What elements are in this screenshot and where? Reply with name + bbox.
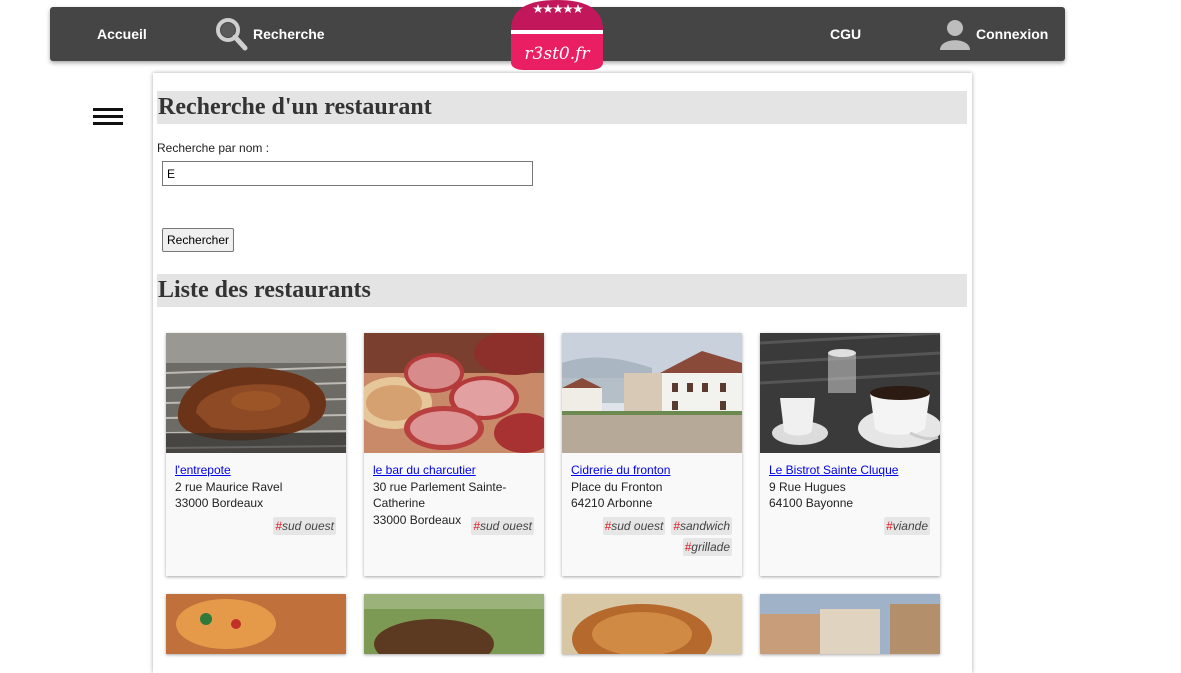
restaurant-info: Cidrerie du fronton Place du Fronton 642… xyxy=(571,462,736,512)
restaurant-card: l'entrepote 2 rue Maurice Ravel 33000 Bo… xyxy=(166,333,346,576)
nav-search-link[interactable]: Recherche xyxy=(213,7,325,61)
nav-cgu-link[interactable]: CGU xyxy=(830,7,861,61)
restaurant-name-link[interactable]: Le Bistrot Sainte Cluque xyxy=(769,462,934,479)
main-panel: Recherche d'un restaurant Recherche par … xyxy=(153,73,972,673)
tag-badge[interactable]: #sud ouest xyxy=(273,517,336,535)
site-logo[interactable]: r3st0.fr xyxy=(509,0,605,70)
magnifier-icon xyxy=(216,18,248,51)
user-icon xyxy=(940,20,970,50)
tag-badge[interactable]: #viande xyxy=(883,517,930,535)
restaurant-info: l'entrepote 2 rue Maurice Ravel 33000 Bo… xyxy=(175,462,340,512)
restaurant-card-partial[interactable] xyxy=(364,594,544,654)
restaurant-card: Cidrerie du fronton Place du Fronton 642… xyxy=(562,333,742,576)
restaurant-street: Place du Fronton xyxy=(571,479,663,494)
nav-home-label: Accueil xyxy=(97,26,147,42)
restaurant-city: 64210 Arbonne xyxy=(571,496,653,510)
charcuterie-photo[interactable] xyxy=(364,333,544,453)
tag-badge[interactable]: #sud ouest xyxy=(602,517,666,535)
coffee-cups-photo[interactable] xyxy=(760,333,940,453)
tag-list: #sud ouest xyxy=(171,517,336,535)
tag-badge[interactable]: #sud ouest xyxy=(471,517,534,535)
hamburger-bar xyxy=(93,122,123,125)
restaurant-card: Le Bistrot Sainte Cluque 9 Rue Hugues 64… xyxy=(760,333,940,576)
restaurant-city: 64100 Bayonne xyxy=(769,496,854,510)
search-submit-button[interactable]: Rechercher xyxy=(162,228,235,252)
restaurant-street: 30 rue Parlement Sainte-Catherine xyxy=(373,479,507,511)
tag-list: #sud ouest #sandwich #grillade xyxy=(567,517,732,556)
search-section-title: Recherche d'un restaurant xyxy=(157,91,967,124)
nav-login-label: Connexion xyxy=(976,26,1049,42)
search-name-input[interactable] xyxy=(162,161,533,186)
tag-badge[interactable]: #sandwich xyxy=(671,517,732,535)
nav-cgu-label: CGU xyxy=(830,26,862,42)
logo-text: r3st0.fr xyxy=(524,44,590,64)
hamburger-menu-icon[interactable] xyxy=(93,108,123,126)
search-by-name-label: Recherche par nom : xyxy=(157,141,270,155)
hamburger-bar xyxy=(93,115,123,118)
tag-badge[interactable]: #grillade xyxy=(682,538,732,556)
restaurant-name-link[interactable]: le bar du charcutier xyxy=(373,462,538,479)
restaurant-card-partial[interactable] xyxy=(760,594,940,654)
nav-home-link[interactable]: Accueil xyxy=(97,7,147,61)
restaurant-card: le bar du charcutier 30 rue Parlement Sa… xyxy=(364,333,544,576)
restaurant-name-link[interactable]: l'entrepote xyxy=(175,462,340,479)
nav-login-link[interactable]: Connexion xyxy=(938,7,1048,61)
tag-list: #sud ouest xyxy=(369,517,534,535)
restaurant-street: 9 Rue Hugues xyxy=(769,479,846,494)
fronton-photo[interactable] xyxy=(562,333,742,453)
restaurant-info: Le Bistrot Sainte Cluque 9 Rue Hugues 64… xyxy=(769,462,934,512)
restaurant-card-partial[interactable] xyxy=(562,594,742,654)
restaurant-list-title: Liste des restaurants xyxy=(157,274,967,307)
tag-list: #viande xyxy=(765,517,930,535)
grilled-meat-photo[interactable] xyxy=(166,333,346,453)
nav-search-label: Recherche xyxy=(253,26,325,42)
restaurant-card-partial[interactable] xyxy=(166,594,346,654)
hamburger-bar xyxy=(93,108,123,111)
restaurant-city: 33000 Bordeaux xyxy=(175,496,264,510)
restaurant-name-link[interactable]: Cidrerie du fronton xyxy=(571,462,736,479)
restaurant-street: 2 rue Maurice Ravel xyxy=(175,479,283,494)
